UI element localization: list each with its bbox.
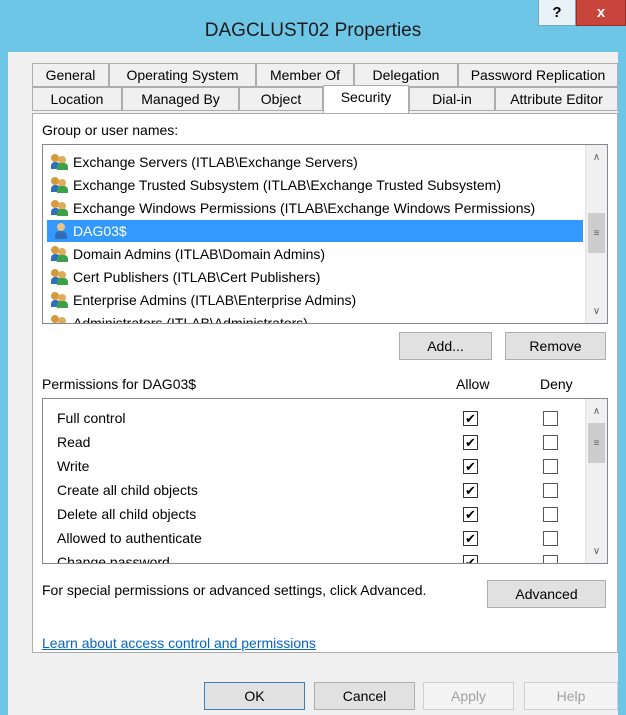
group-icon: [51, 269, 71, 285]
scroll-up-icon[interactable]: ∧: [586, 147, 607, 167]
close-button[interactable]: x: [576, 0, 626, 26]
title-bar[interactable]: DAGCLUST02 Properties ? x: [0, 0, 626, 52]
allow-checkbox[interactable]: ✔: [463, 555, 478, 563]
list-item[interactable]: Exchange Servers (ITLAB\Exchange Servers…: [47, 151, 583, 173]
permissions-label: Permissions for DAG03$: [42, 376, 197, 392]
permission-row: Allowed to authenticate ✔: [43, 527, 583, 551]
group-user-listbox[interactable]: Exchange Servers (ITLAB\Exchange Servers…: [42, 144, 608, 324]
deny-checkbox[interactable]: [543, 411, 558, 426]
permissions-scrollbar[interactable]: ∧ ≡ ∨: [585, 399, 607, 563]
list-item-selected[interactable]: DAG03$: [47, 220, 583, 242]
users-scrollbar[interactable]: ∧ ≡ ∨: [585, 145, 607, 323]
scroll-down-icon[interactable]: ∨: [586, 301, 607, 321]
deny-checkbox[interactable]: [543, 531, 558, 546]
learn-access-control-link[interactable]: Learn about access control and permissio…: [42, 635, 316, 651]
list-item[interactable]: Administrators (ITLAB\Administrators): [47, 312, 583, 323]
scroll-thumb[interactable]: ≡: [588, 423, 605, 463]
window-title: DAGCLUST02 Properties: [204, 20, 422, 41]
allow-checkbox[interactable]: ✔: [463, 435, 478, 450]
permission-row: Change password ✔: [43, 551, 583, 563]
tab-dial-in[interactable]: Dial-in: [409, 87, 495, 111]
tab-managed-by[interactable]: Managed By: [122, 87, 239, 111]
list-item[interactable]: Domain Admins (ITLAB\Domain Admins): [47, 243, 583, 265]
tab-security[interactable]: Security: [323, 85, 409, 113]
help-title-button[interactable]: ?: [538, 0, 576, 26]
allow-checkbox[interactable]: ✔: [463, 411, 478, 426]
advanced-button[interactable]: Advanced: [487, 580, 606, 608]
permission-row: Read ✔: [43, 431, 583, 455]
group-names-label: Group or user names:: [42, 122, 179, 138]
deny-header: Deny: [540, 376, 573, 392]
list-item[interactable]: Cert Publishers (ITLAB\Cert Publishers): [47, 266, 583, 288]
allow-checkbox[interactable]: ✔: [463, 459, 478, 474]
allow-checkbox[interactable]: ✔: [463, 507, 478, 522]
group-icon: [51, 292, 71, 308]
permission-row: Delete all child objects ✔: [43, 503, 583, 527]
add-button[interactable]: Add...: [399, 332, 492, 360]
deny-checkbox[interactable]: [543, 507, 558, 522]
tab-attribute-editor[interactable]: Attribute Editor: [495, 87, 618, 111]
tab-general[interactable]: General: [32, 63, 109, 87]
tab-password-replication[interactable]: Password Replication: [458, 63, 618, 87]
tab-operating-system[interactable]: Operating System: [109, 63, 256, 87]
allow-header: Allow: [456, 376, 490, 392]
list-item[interactable]: Exchange Trusted Subsystem (ITLAB\Exchan…: [47, 174, 583, 196]
scroll-down-icon[interactable]: ∨: [586, 541, 607, 561]
cancel-button[interactable]: Cancel: [314, 682, 415, 710]
deny-checkbox[interactable]: [543, 435, 558, 450]
permission-row: Create all child objects ✔: [43, 479, 583, 503]
permission-row: Write ✔: [43, 455, 583, 479]
scroll-thumb[interactable]: ≡: [588, 213, 605, 253]
grip-icon: ≡: [593, 227, 600, 239]
list-item[interactable]: Enterprise Admins (ITLAB\Enterprise Admi…: [47, 289, 583, 311]
grip-icon: ≡: [593, 437, 600, 449]
tab-location[interactable]: Location: [32, 87, 122, 111]
close-icon: x: [596, 4, 606, 21]
help-icon: ?: [552, 4, 562, 21]
allow-checkbox[interactable]: ✔: [463, 531, 478, 546]
permission-row: Full control ✔: [43, 407, 583, 431]
list-item[interactable]: Exchange Windows Permissions (ITLAB\Exch…: [47, 197, 583, 219]
tab-object[interactable]: Object: [239, 87, 323, 111]
deny-checkbox[interactable]: [543, 459, 558, 474]
user-icon: [53, 223, 69, 239]
tab-member-of[interactable]: Member Of: [256, 63, 354, 87]
allow-checkbox[interactable]: ✔: [463, 483, 478, 498]
group-icon: [51, 177, 71, 193]
group-icon: [51, 315, 71, 323]
group-icon: [51, 154, 71, 170]
advanced-hint-text: For special permissions or advanced sett…: [42, 582, 427, 598]
group-icon: [51, 246, 71, 262]
deny-checkbox[interactable]: [543, 483, 558, 498]
apply-button[interactable]: Apply: [423, 682, 514, 710]
tab-delegation[interactable]: Delegation: [354, 63, 458, 87]
permissions-list[interactable]: Full control ✔ Read ✔ Write ✔ Create all…: [42, 398, 608, 564]
scroll-up-icon[interactable]: ∧: [586, 401, 607, 421]
remove-button[interactable]: Remove: [505, 332, 606, 360]
ok-button[interactable]: OK: [204, 682, 305, 710]
deny-checkbox[interactable]: [543, 555, 558, 563]
group-icon: [51, 200, 71, 216]
help-button[interactable]: Help: [524, 682, 618, 710]
